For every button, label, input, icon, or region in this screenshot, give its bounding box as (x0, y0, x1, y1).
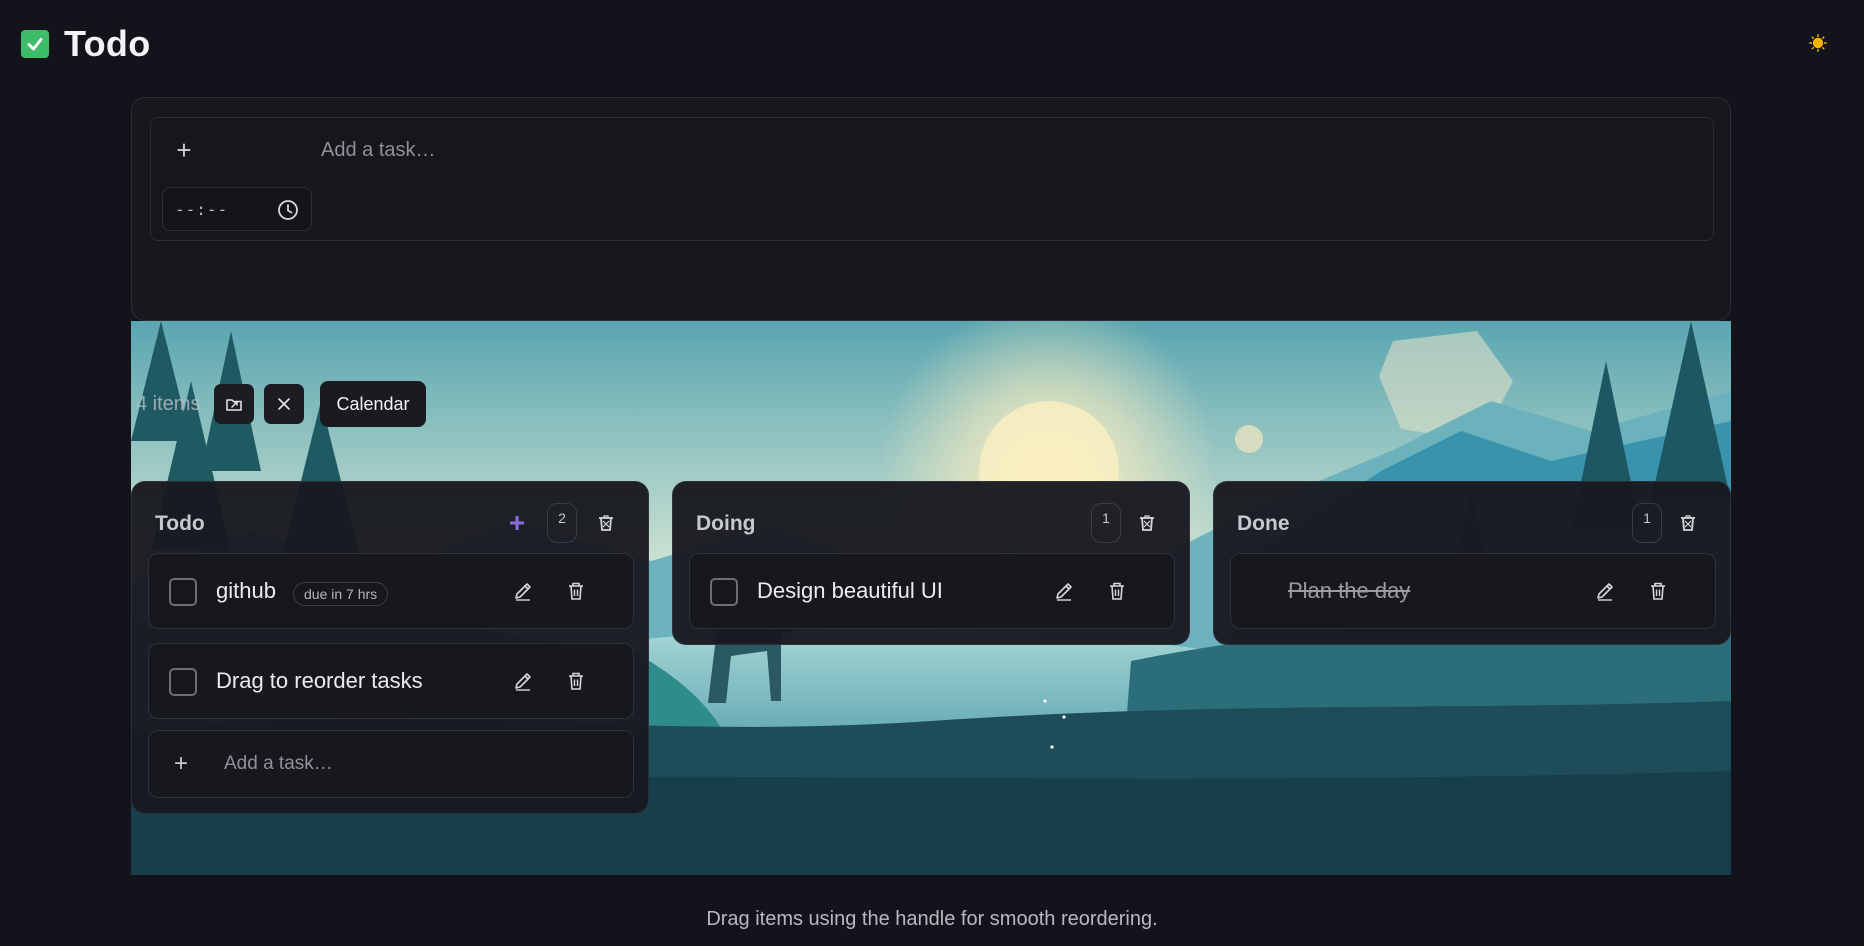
delete-trash-icon[interactable] (1646, 580, 1670, 604)
column-add-task-input[interactable] (224, 749, 604, 779)
column-header: Todo + 2 (132, 482, 648, 546)
add-task-button[interactable]: + (169, 132, 199, 168)
task-text: github (216, 578, 276, 603)
clear-column-trash-icon[interactable] (1136, 513, 1158, 535)
footer-hint: Drag items using the handle for smooth r… (706, 908, 1158, 930)
task-card[interactable]: Drag to reorder tasks (148, 643, 634, 719)
delete-trash-icon[interactable] (1105, 580, 1129, 604)
column-add-task: + (148, 730, 634, 798)
calendar-button[interactable]: Calendar (320, 381, 426, 427)
task-text: Drag to reorder tasks (216, 668, 423, 693)
app-header: Todo (21, 23, 151, 64)
clear-column-trash-icon[interactable] (595, 513, 617, 535)
folder-arrow-icon (226, 399, 243, 411)
time-value: --:-- (175, 199, 229, 219)
column-header: Done 1 (1214, 482, 1730, 546)
column-title: Done (1237, 512, 1290, 535)
column-doing: Doing 1 Design beautiful UI (672, 481, 1190, 645)
task-card-completed[interactable]: Plan the day (1230, 553, 1716, 629)
clock-icon[interactable] (277, 199, 299, 221)
task-text: Design beautiful UI (757, 578, 943, 603)
task-composer-panel: + --:-- (131, 97, 1731, 321)
new-task-input[interactable] (321, 132, 1681, 168)
board-toolbar: 4 items Calendar (136, 381, 426, 427)
task-checkbox[interactable] (169, 578, 197, 606)
task-count-badge: 2 (547, 503, 577, 543)
task-checkbox[interactable] (169, 668, 197, 696)
task-card[interactable]: Design beautiful UI (689, 553, 1175, 629)
export-button[interactable] (214, 384, 255, 424)
clear-button[interactable] (264, 384, 305, 424)
due-time-field[interactable]: --:-- (162, 187, 312, 231)
close-icon (278, 398, 291, 410)
app-title: Todo (64, 23, 151, 64)
column-todo: Todo + 2 github due in 7 hrs Drag to reo… (131, 481, 649, 814)
edit-pencil-icon[interactable] (511, 670, 535, 694)
due-badge: due in 7 hrs (293, 582, 389, 606)
theme-toggle-button[interactable] (1808, 33, 1828, 53)
sun-icon (1809, 34, 1827, 52)
edit-pencil-icon[interactable] (1593, 580, 1617, 604)
task-count-badge: 1 (1091, 503, 1121, 543)
column-done: Done 1 Plan the day (1213, 481, 1731, 645)
add-task-to-column-button[interactable]: + (504, 509, 530, 537)
clear-column-trash-icon[interactable] (1677, 513, 1699, 535)
task-card[interactable]: github due in 7 hrs (148, 553, 634, 629)
task-count-badge: 1 (1632, 503, 1662, 543)
task-text: Plan the day (1288, 578, 1411, 603)
edit-pencil-icon[interactable] (1052, 580, 1076, 604)
edit-pencil-icon[interactable] (511, 580, 535, 604)
column-title: Doing (696, 512, 756, 535)
task-checkbox[interactable] (710, 578, 738, 606)
items-count: 4 items (136, 392, 201, 415)
delete-trash-icon[interactable] (564, 670, 588, 694)
column-add-plus-button[interactable]: + (169, 749, 193, 779)
task-composer: + --:-- (150, 117, 1714, 241)
column-title: Todo (155, 512, 205, 535)
column-header: Doing 1 (673, 482, 1189, 546)
delete-trash-icon[interactable] (564, 580, 588, 604)
checkbox-logo-icon (21, 30, 49, 58)
